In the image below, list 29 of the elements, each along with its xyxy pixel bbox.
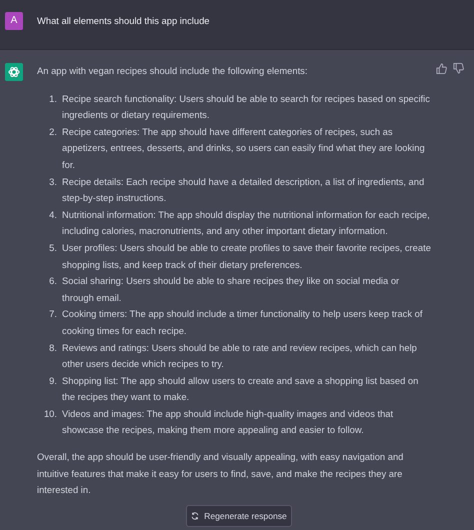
- list-item-text: Social sharing: Users should be able to share recipes they like on social media or through email.: [62, 274, 400, 305]
- list-number: 2.: [48, 124, 57, 139]
- list-number: 5.: [48, 240, 57, 255]
- list-number: 6.: [48, 274, 57, 288]
- list-number: 8.: [48, 340, 57, 354]
- thumbs-down-icon[interactable]: [453, 63, 464, 74]
- list-number: 1.: [48, 92, 57, 106]
- regenerate-button[interactable]: Regenerate response: [186, 505, 292, 527]
- list-number: 4.: [48, 208, 57, 222]
- list-item-text: Videos and images: The app should include high-quality images and videos that showcase the recipes, making them more appealing and easier to follow.: [62, 406, 394, 438]
- list-item-text: Recipe categories: The app should have different categories of recipes, such as appetizers, entrees, desserts, and drinks, so users can easily find what they are looking for.: [62, 124, 426, 172]
- user-avatar: A: [5, 12, 23, 30]
- list-item-text: Recipe details: Each recipe should have a detailed description, a list of ingredients, and step-by-step instructions.: [62, 174, 426, 206]
- user-message: What all elements should this app include: [37, 14, 210, 28]
- response-intro: An app with vegan recipes should include the following elements:: [37, 64, 308, 78]
- list-number: 3.: [48, 174, 57, 189]
- list-item-text: User profiles: Users should be able to create profiles to save their favorite recipes, create shopping lists, and keep track of their dietary preferences.: [62, 240, 431, 272]
- refresh-icon: [191, 512, 200, 520]
- list-item-text: Reviews and ratings: Users should be able to rate and review recipes, which can help other users decide which recipes to try.: [62, 340, 418, 372]
- response-conclusion: Overall, the app should be user-friendly and visually appealing, with easy navigation and intuitive features that make it easy for users to find, save, and make the recipes they are interested in.: [37, 450, 404, 498]
- list-number: 10.: [42, 406, 57, 421]
- list-number: 9.: [48, 374, 57, 388]
- list-item-text: Recipe search functionality: Users should be able to search for recipes based on specific ingredients or dietary requirements.: [62, 92, 431, 122]
- assistant-logo-icon: [5, 63, 23, 81]
- list-item-text: Shopping list: The app should allow users to create and save a shopping list based on the recipes they want to make.: [62, 374, 420, 404]
- list-number: 7.: [48, 307, 57, 322]
- list-item-text: Nutritional information: The app should display the nutritional information for each recipe, including calories, macronutrients, and any other important dietary information.: [62, 208, 431, 238]
- thumbs-up-icon[interactable]: [436, 63, 447, 74]
- list-item-text: Cooking timers: The app should include a timer functionality to help users keep track of cooking times for each recipe.: [62, 307, 424, 338]
